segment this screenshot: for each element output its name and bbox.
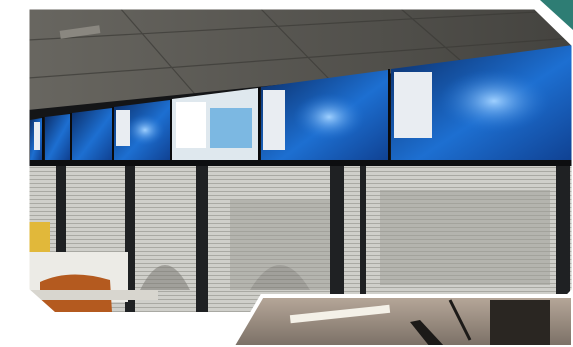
desk-edge [28,290,158,300]
app-window [116,110,130,146]
main-photo [28,8,573,312]
app-window [263,90,285,150]
app-window [176,102,206,148]
yellow-object [28,222,50,252]
display-bottom-bezel [28,160,573,166]
desktop-glow [275,90,365,150]
photo-collage [0,0,573,347]
inset-equipment [490,300,550,347]
display-screen [72,108,112,162]
app-window [210,108,252,148]
inset-photo [232,296,573,347]
collage-svg [0,0,573,347]
app-window [394,72,432,138]
app-window [34,122,40,150]
display-screen [45,114,70,160]
